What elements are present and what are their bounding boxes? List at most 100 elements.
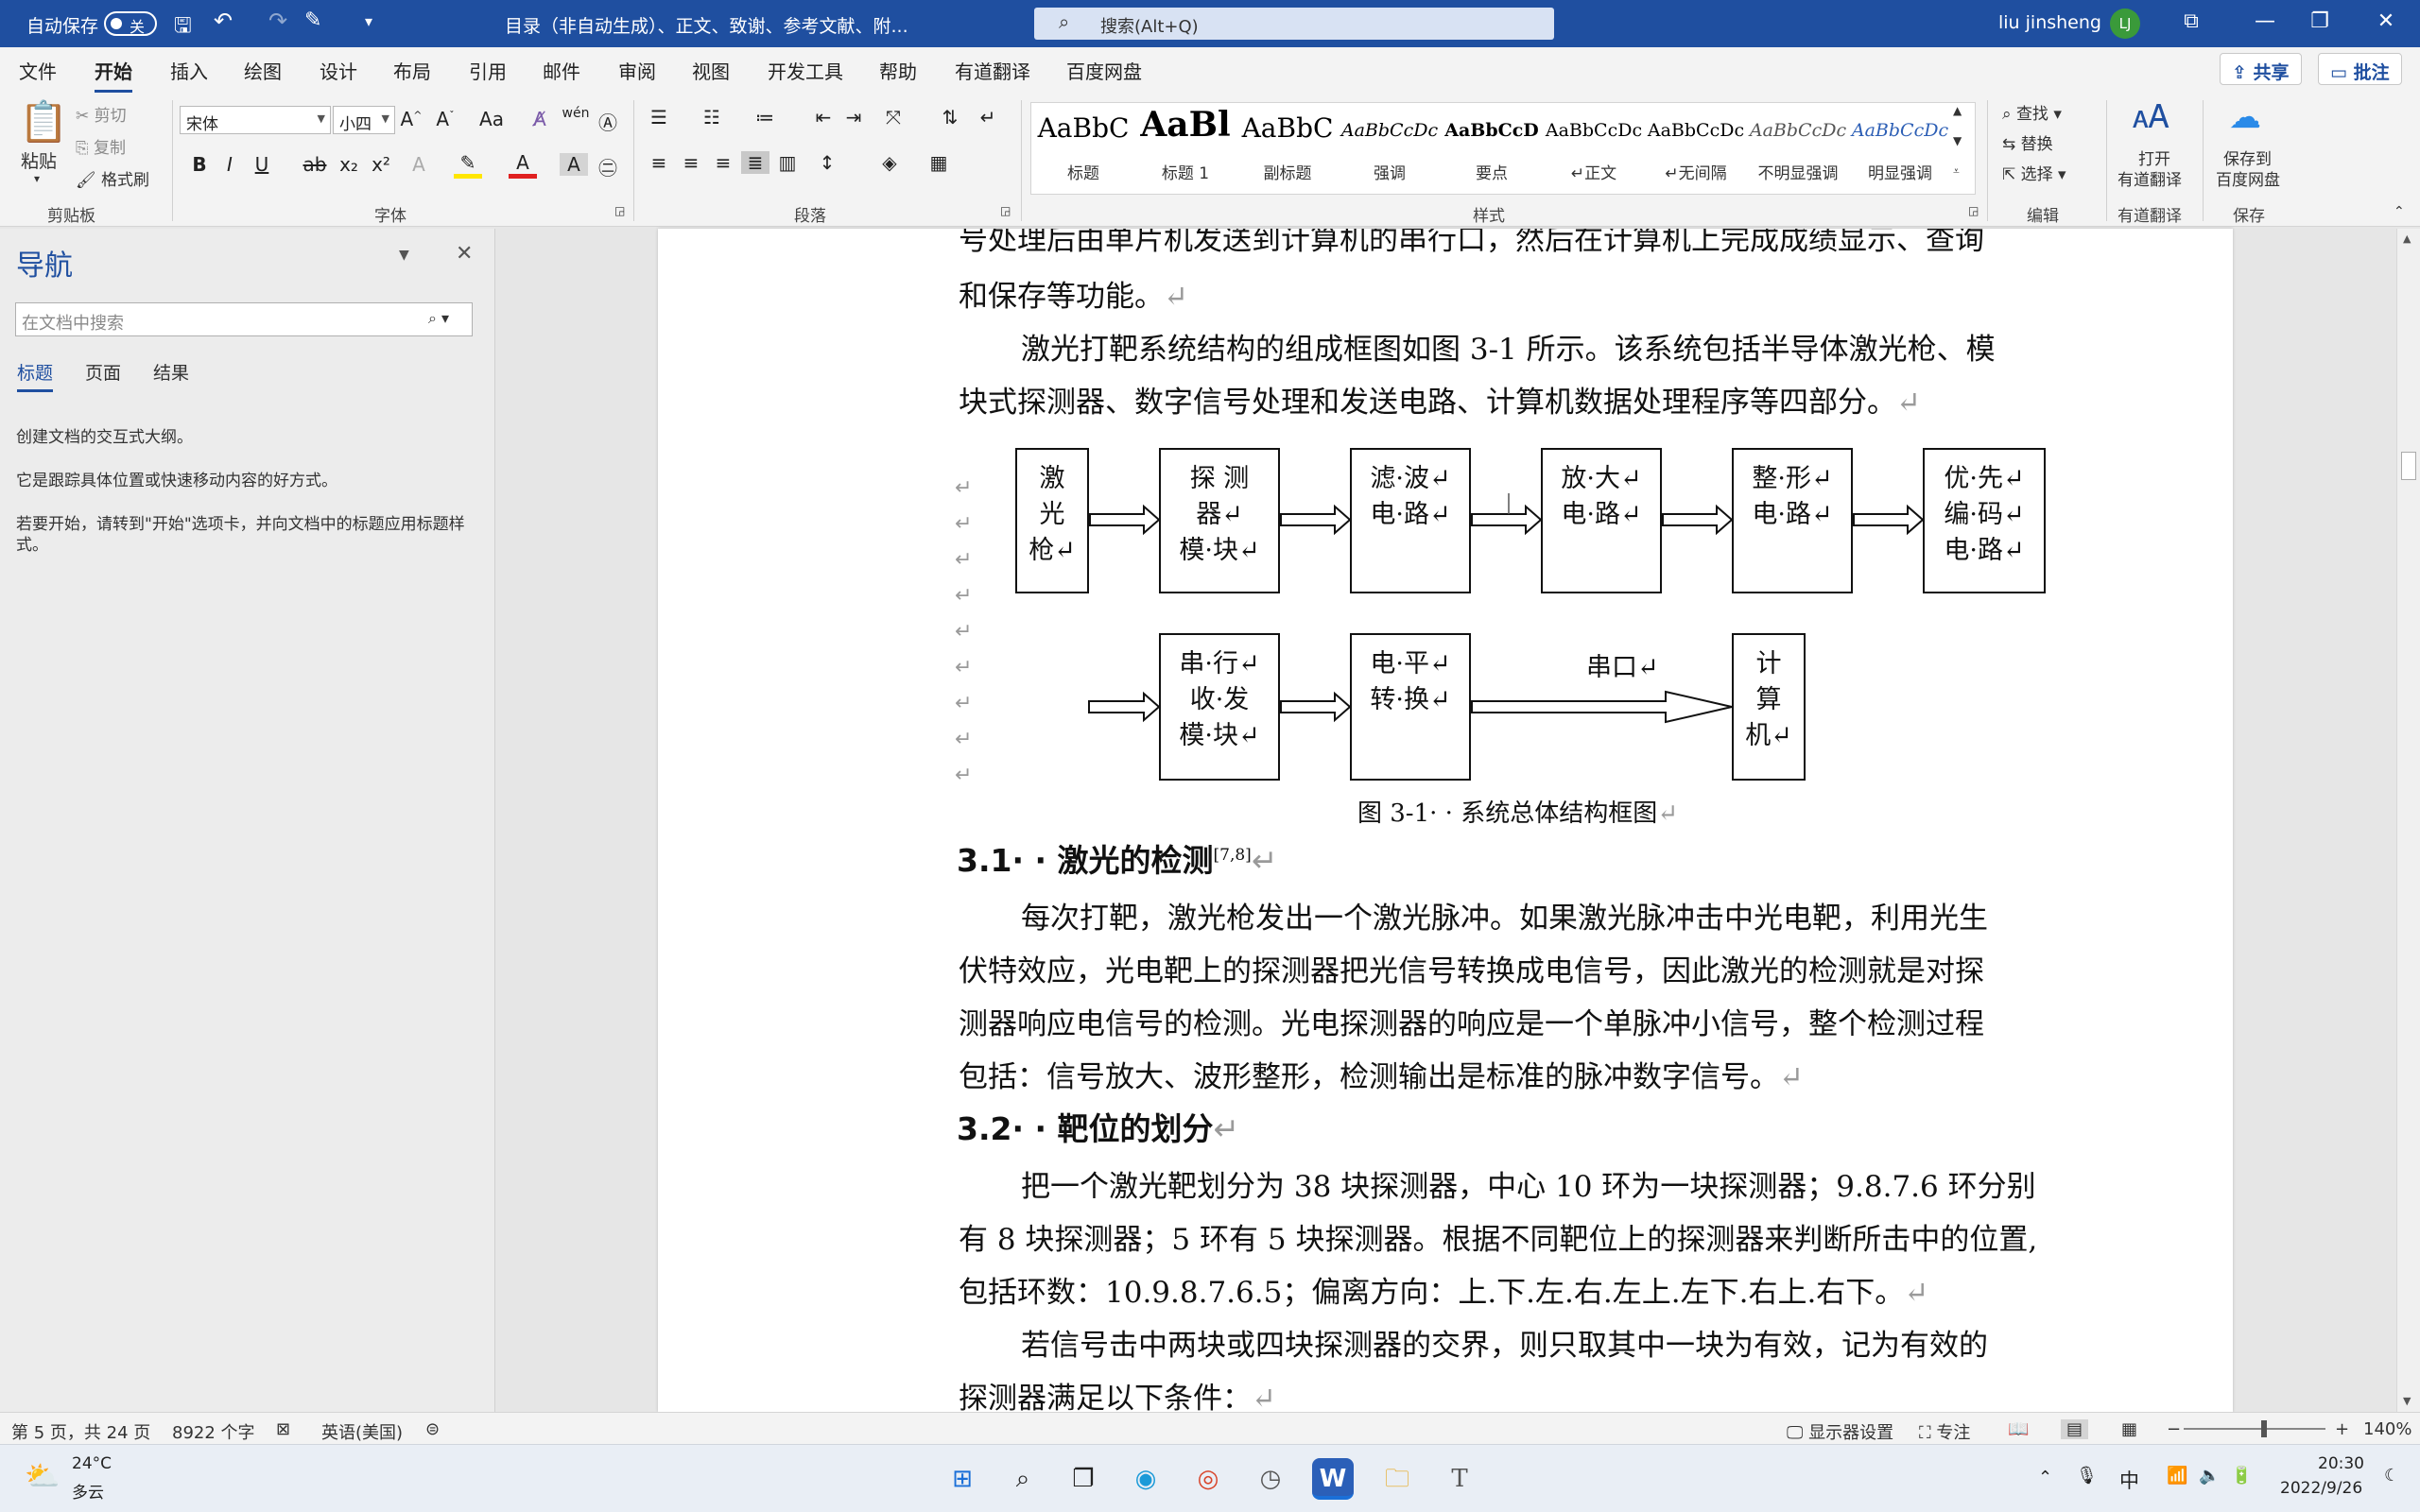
save-icon[interactable]: 🖫 xyxy=(174,9,192,45)
replace-button[interactable]: ⇆ 替换 xyxy=(2002,130,2053,154)
distributed-icon[interactable]: ▥ xyxy=(773,151,802,174)
change-case-icon[interactable]: Aa xyxy=(473,108,510,130)
char-border-icon[interactable]: Ⓐ xyxy=(594,108,622,135)
search-icon[interactable]: ⌕ ▾ xyxy=(428,309,449,328)
scroll-down-icon[interactable]: ▼ xyxy=(2403,1395,2411,1407)
font-color-icon[interactable]: A xyxy=(509,151,537,179)
clock-app-icon[interactable]: ◷ xyxy=(1250,1458,1291,1500)
strikethrough-icon[interactable]: ab xyxy=(301,153,329,176)
numbering-icon[interactable]: ☷ xyxy=(698,106,726,129)
line-spacing-icon[interactable]: ↕ xyxy=(813,151,841,174)
show-marks-icon[interactable]: ↵ xyxy=(974,106,1002,129)
font-name-combo[interactable]: 宋体 ▼ xyxy=(180,106,331,134)
focus-mode[interactable]: ⛶ 专注 xyxy=(1919,1419,1970,1444)
align-left-icon[interactable]: ≡ xyxy=(645,151,673,174)
weather-temp[interactable]: 24°C xyxy=(72,1454,112,1473)
style-subtitle[interactable]: AaBbC 副标题 xyxy=(1236,103,1340,194)
avatar[interactable]: LJ xyxy=(2110,9,2140,39)
italic-icon[interactable]: I xyxy=(216,153,244,176)
style-title[interactable]: AaBbC 标题 xyxy=(1031,103,1135,194)
phonetic-guide-icon[interactable]: wén xyxy=(562,106,590,121)
zoom-slider[interactable] xyxy=(2184,1420,2325,1437)
share-button[interactable]: ⇪ 共享 xyxy=(2220,53,2302,85)
diagram-box-computer[interactable]: 计算机↵ xyxy=(1732,633,1806,781)
tab-developer[interactable]: 开发工具 xyxy=(768,57,843,84)
word-count[interactable]: 8922 个字 xyxy=(172,1419,255,1444)
weather-desc[interactable]: 多云 xyxy=(72,1479,104,1503)
align-center-icon[interactable]: ≡ xyxy=(677,151,705,174)
wifi-icon[interactable]: 📶 xyxy=(2167,1466,2187,1486)
tab-review[interactable]: 审阅 xyxy=(618,57,656,84)
bold-icon[interactable]: B xyxy=(185,153,214,176)
paste-icon[interactable]: 📋 xyxy=(19,98,68,146)
heading-3-1[interactable]: 3.1· · 激光的检测[7,8]↵ xyxy=(957,835,1277,881)
restore-icon[interactable]: ❐ xyxy=(2301,9,2339,33)
increase-indent-icon[interactable]: ⇥ xyxy=(839,106,868,129)
spellcheck-icon[interactable]: ✎ xyxy=(304,9,321,32)
align-right-icon[interactable]: ≡ xyxy=(709,151,737,174)
minimize-icon[interactable]: — xyxy=(2246,9,2284,33)
style-heading1[interactable]: AaBl 标题 1 xyxy=(1133,103,1237,194)
typora-icon[interactable]: T xyxy=(1439,1458,1480,1500)
format-painter-button[interactable]: 🖌 格式刷 xyxy=(76,166,149,190)
display-settings[interactable]: 🖵 显示器设置 xyxy=(1787,1419,1893,1444)
page-count[interactable]: 第 5 页，共 24 页 xyxy=(11,1419,150,1444)
tab-help[interactable]: 帮助 xyxy=(879,57,917,84)
enclose-char-icon[interactable]: ㊁ xyxy=(594,153,622,180)
undo-icon[interactable]: ↶ xyxy=(214,8,233,34)
accessibility-icon[interactable]: ⊜ xyxy=(425,1419,440,1439)
tab-layout[interactable]: 布局 xyxy=(393,57,431,84)
tab-design[interactable]: 设计 xyxy=(320,57,357,84)
battery-icon[interactable]: 🔋 xyxy=(2231,1466,2252,1486)
nav-tab-headings[interactable]: 标题 xyxy=(17,359,54,392)
proofing-icon[interactable]: ⊠ xyxy=(276,1419,290,1439)
diagram-box-laser-gun[interactable]: 激光枪↵ xyxy=(1015,448,1089,593)
clear-format-icon[interactable]: A̸ xyxy=(526,108,554,130)
diagram-box-priority-encoder[interactable]: 优·先↵ 编·码↵ 电·路↵ xyxy=(1923,448,2046,593)
weather-icon[interactable]: ⛅ xyxy=(25,1460,60,1493)
chinese-layout-icon[interactable]: ⤧ xyxy=(879,106,908,129)
document-title[interactable]: 目录（非自动生成）、正文、致谢、参考文献、附... xyxy=(505,12,908,38)
styles-scroll-down-icon[interactable]: ▼ xyxy=(1953,134,1962,147)
search-icon[interactable]: ⌕ xyxy=(1002,1458,1044,1500)
baidu-cloud-icon[interactable]: ☁ xyxy=(2229,98,2261,136)
multilevel-list-icon[interactable]: ≔ xyxy=(751,106,779,129)
start-icon[interactable]: ⊞ xyxy=(942,1458,983,1500)
select-button[interactable]: ⇱ 选择 ▾ xyxy=(2002,161,2066,184)
style-emphasis[interactable]: AaBbCcDc 强调 xyxy=(1338,103,1442,194)
sort-icon[interactable]: ⇅ xyxy=(936,106,964,129)
style-strong[interactable]: AaBbCcD 要点 xyxy=(1440,103,1544,194)
notifications-icon[interactable]: ☾ xyxy=(2384,1466,2399,1486)
user-name[interactable]: liu jinsheng xyxy=(1998,12,2101,33)
nav-tab-results[interactable]: 结果 xyxy=(153,359,189,385)
scroll-up-icon[interactable]: ▲ xyxy=(2403,232,2411,245)
superscript-icon[interactable]: x² xyxy=(367,153,395,176)
paste-dropdown-icon[interactable]: ▾ xyxy=(34,172,40,185)
styles-dialog-launcher-icon[interactable]: ◲ xyxy=(1968,204,1979,217)
redo-icon[interactable]: ↷ xyxy=(268,8,287,34)
nav-close-icon[interactable]: ✕ xyxy=(456,242,473,266)
find-button[interactable]: ⌕ 查找 ▾ xyxy=(2002,100,2062,124)
nav-search-input[interactable]: 在文档中搜索 ⌕ ▾ xyxy=(15,302,473,336)
tab-youdao[interactable]: 有道翻译 xyxy=(955,57,1030,84)
diagram-box-amplifier-circuit[interactable]: 放·大↵ 电·路↵ xyxy=(1541,448,1662,593)
diagram-box-detector-module[interactable]: 探 测器↵ 模·块↵ xyxy=(1159,448,1280,593)
tab-file[interactable]: 文件 xyxy=(19,57,57,84)
search-input[interactable]: ⌕ 搜索(Alt+Q) xyxy=(1034,8,1554,40)
shrink-font-icon[interactable]: Aˇ xyxy=(431,108,459,130)
ribbon-display-icon[interactable]: ⧉ xyxy=(2172,9,2210,33)
file-explorer-icon[interactable]: 🗀 xyxy=(1376,1458,1418,1500)
diagram-box-filter-circuit[interactable]: 滤·波↵ 电·路↵ xyxy=(1350,448,1471,593)
edge-icon[interactable]: ◉ xyxy=(1125,1458,1167,1500)
tab-baidu[interactable]: 百度网盘 xyxy=(1066,57,1142,84)
style-normal[interactable]: AaBbCcDc ↵正文 xyxy=(1542,103,1646,194)
print-layout-icon[interactable]: ▤ xyxy=(2061,1419,2089,1439)
highlight-icon[interactable]: ✎ xyxy=(454,151,482,179)
zoom-out-icon[interactable]: − xyxy=(2167,1419,2181,1439)
diagram-box-serial-transceiver[interactable]: 串·行↵ 收·发 模·块↵ xyxy=(1159,633,1280,781)
tab-insert[interactable]: 插入 xyxy=(170,57,208,84)
cut-button[interactable]: ✂ 剪切 xyxy=(76,102,127,126)
borders-icon[interactable]: ▦ xyxy=(925,151,953,174)
text-effects-icon[interactable]: A xyxy=(405,153,433,176)
tray-chevron-icon[interactable]: ⌃ xyxy=(2038,1468,2052,1487)
